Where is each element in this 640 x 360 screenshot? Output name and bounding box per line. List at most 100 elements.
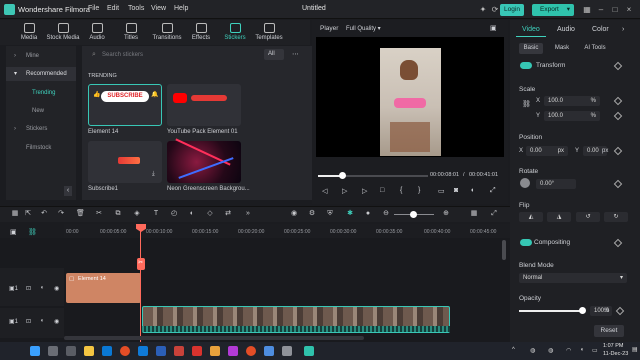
search-taskbar-icon[interactable] xyxy=(48,346,58,356)
tab-titles[interactable]: Titles xyxy=(114,22,148,44)
app-icon[interactable] xyxy=(228,346,238,356)
lightbulb-icon[interactable]: ✦ xyxy=(478,5,488,15)
zoom-in-icon[interactable]: ⊕ xyxy=(442,210,450,218)
subtab-basic[interactable]: Basic xyxy=(519,43,543,54)
fullscreen-icon[interactable]: ⤢ xyxy=(490,187,496,195)
crop-icon[interactable]: ⧉ xyxy=(114,210,122,218)
rotate-left-icon[interactable]: ↺ xyxy=(576,212,600,222)
timeline-scrollbar[interactable] xyxy=(502,240,506,260)
transform-toggle[interactable] xyxy=(520,62,532,69)
opacity-handle[interactable] xyxy=(579,307,586,314)
tab-color[interactable]: Color xyxy=(592,26,609,33)
maximize-icon[interactable]: □ xyxy=(610,5,620,15)
menu-view[interactable]: View xyxy=(151,5,166,12)
clock-time[interactable]: 1:07 PM xyxy=(603,343,623,349)
eye-icon[interactable]: ◉ xyxy=(54,318,59,325)
sticker-thumb-youtube-pack[interactable] xyxy=(167,84,241,126)
sticker-thumb-subscribe1[interactable]: ⤓ xyxy=(88,141,162,183)
rotate-dial[interactable] xyxy=(520,178,530,188)
start-icon[interactable] xyxy=(30,346,40,356)
eye-icon[interactable]: ◉ xyxy=(54,285,59,292)
acrobat-icon[interactable] xyxy=(192,346,202,356)
color-icon[interactable]: ◐ xyxy=(188,210,196,218)
close-icon[interactable]: × xyxy=(624,5,634,15)
mark-in-icon[interactable]: { xyxy=(400,187,402,194)
tab-audio[interactable]: Audio xyxy=(80,22,114,44)
mark-out-icon[interactable]: } xyxy=(418,187,420,194)
redo-icon[interactable]: ↷ xyxy=(57,210,65,218)
speaker-icon[interactable]: ◖ xyxy=(40,318,44,324)
pos-x-input[interactable]: 0.00 px xyxy=(526,146,568,156)
sidebar-item-mine[interactable]: › Mine xyxy=(6,49,76,63)
export-button[interactable]: Export ▾ xyxy=(532,4,574,16)
zoom-out-icon[interactable]: ⊖ xyxy=(382,210,390,218)
chrome-profile-icon[interactable] xyxy=(246,346,256,356)
subtab-mask[interactable]: Mask xyxy=(550,43,574,54)
tray-app2-icon[interactable]: ◍ xyxy=(548,347,553,354)
filter-select[interactable]: All xyxy=(264,49,284,60)
speaker-icon[interactable]: ◖ xyxy=(40,285,44,291)
clock-date[interactable]: 11-Dec-23 xyxy=(603,351,628,357)
volume-icon[interactable]: ◖ xyxy=(470,187,474,194)
tray-app-icon[interactable]: ◍ xyxy=(530,347,535,354)
store-icon[interactable] xyxy=(138,346,148,356)
wifi-icon[interactable]: ◠ xyxy=(566,347,571,354)
mic-icon[interactable]: ● xyxy=(364,210,372,218)
filmora-taskbar-icon[interactable] xyxy=(304,346,314,356)
chrome-icon[interactable] xyxy=(120,346,130,356)
menu-tools[interactable]: Tools xyxy=(128,5,144,12)
text-icon[interactable]: T xyxy=(152,210,160,218)
sidebar-item-trending[interactable]: Trending xyxy=(6,86,76,100)
delete-icon[interactable]: 🗑 xyxy=(76,210,85,218)
scale-y-input[interactable]: 100.0% xyxy=(544,111,600,121)
sidebar-item-filmstock[interactable]: Filmstock xyxy=(6,141,76,155)
snapshot-icon[interactable]: ▣ xyxy=(490,24,497,32)
edge-icon[interactable] xyxy=(102,346,112,356)
subtab-ai-tools[interactable]: AI Tools xyxy=(580,43,610,54)
tab-transitions[interactable]: Transitions xyxy=(150,22,184,44)
task-view-icon[interactable] xyxy=(66,346,76,356)
notification-icon[interactable]: ▤ xyxy=(632,346,638,353)
settings-icon[interactable]: ⚙ xyxy=(308,210,316,218)
progress-handle[interactable] xyxy=(339,172,346,179)
word-icon[interactable] xyxy=(156,346,166,356)
sticker-clip[interactable]: ▢ Element 14 xyxy=(66,273,141,303)
keyframe-tool-icon[interactable]: ◇ xyxy=(206,210,214,218)
blend-mode-select[interactable]: Normal ▾ xyxy=(519,273,627,283)
tab-stickers[interactable]: Stickers xyxy=(218,22,252,44)
undo-icon[interactable]: ↶ xyxy=(40,210,48,218)
quality-select[interactable]: Full Quality ▾ xyxy=(346,25,381,32)
lock-icon[interactable]: ⊡ xyxy=(26,285,31,292)
sync-icon[interactable]: ⟳ xyxy=(490,5,500,15)
menu-edit[interactable]: Edit xyxy=(107,5,119,12)
sidebar-item-stickers[interactable]: › Stickers xyxy=(6,122,76,136)
more-tools-icon[interactable]: » xyxy=(244,210,252,218)
speaker-tray-icon[interactable]: ◖ xyxy=(580,347,584,353)
zoom-handle[interactable] xyxy=(410,211,417,218)
app2-icon[interactable] xyxy=(282,346,292,356)
play-icon[interactable]: ▷ xyxy=(362,187,367,195)
select-icon[interactable]: ⇱ xyxy=(24,210,32,218)
add-track-icon[interactable]: ▣ xyxy=(10,228,17,236)
tab-stock-media[interactable]: Stock Media xyxy=(46,22,80,44)
sidebar-item-recommended[interactable]: ▾ Recommended xyxy=(6,67,76,81)
rotate-right-icon[interactable]: ↻ xyxy=(604,212,628,222)
menu-help[interactable]: Help xyxy=(174,5,188,12)
collapse-sidebar-icon[interactable]: ‹ xyxy=(64,186,72,196)
cut-icon[interactable]: ✂ xyxy=(95,210,103,218)
snap-icon[interactable]: ✱ xyxy=(346,210,354,218)
prev-frame-icon[interactable]: ◁ xyxy=(322,187,327,195)
flip-vertical-icon[interactable]: ◮ xyxy=(547,212,571,222)
link-tracks-icon[interactable]: ⛓ xyxy=(28,228,37,236)
photos-icon[interactable] xyxy=(264,346,274,356)
split-marker-icon[interactable]: ✂ xyxy=(137,258,145,270)
flip-horizontal-icon[interactable]: ◭ xyxy=(519,212,543,222)
file-explorer-icon[interactable] xyxy=(84,346,94,356)
reset-button[interactable]: Reset xyxy=(594,325,624,337)
tag-icon[interactable]: ◈ xyxy=(133,210,141,218)
battery-icon[interactable]: ▭ xyxy=(592,347,598,354)
opacity-slider[interactable] xyxy=(519,310,583,312)
rotate-input[interactable]: 0.00° xyxy=(536,179,576,189)
expand-icon[interactable]: ⤢ xyxy=(490,210,498,218)
render-icon[interactable]: ◉ xyxy=(290,210,298,218)
